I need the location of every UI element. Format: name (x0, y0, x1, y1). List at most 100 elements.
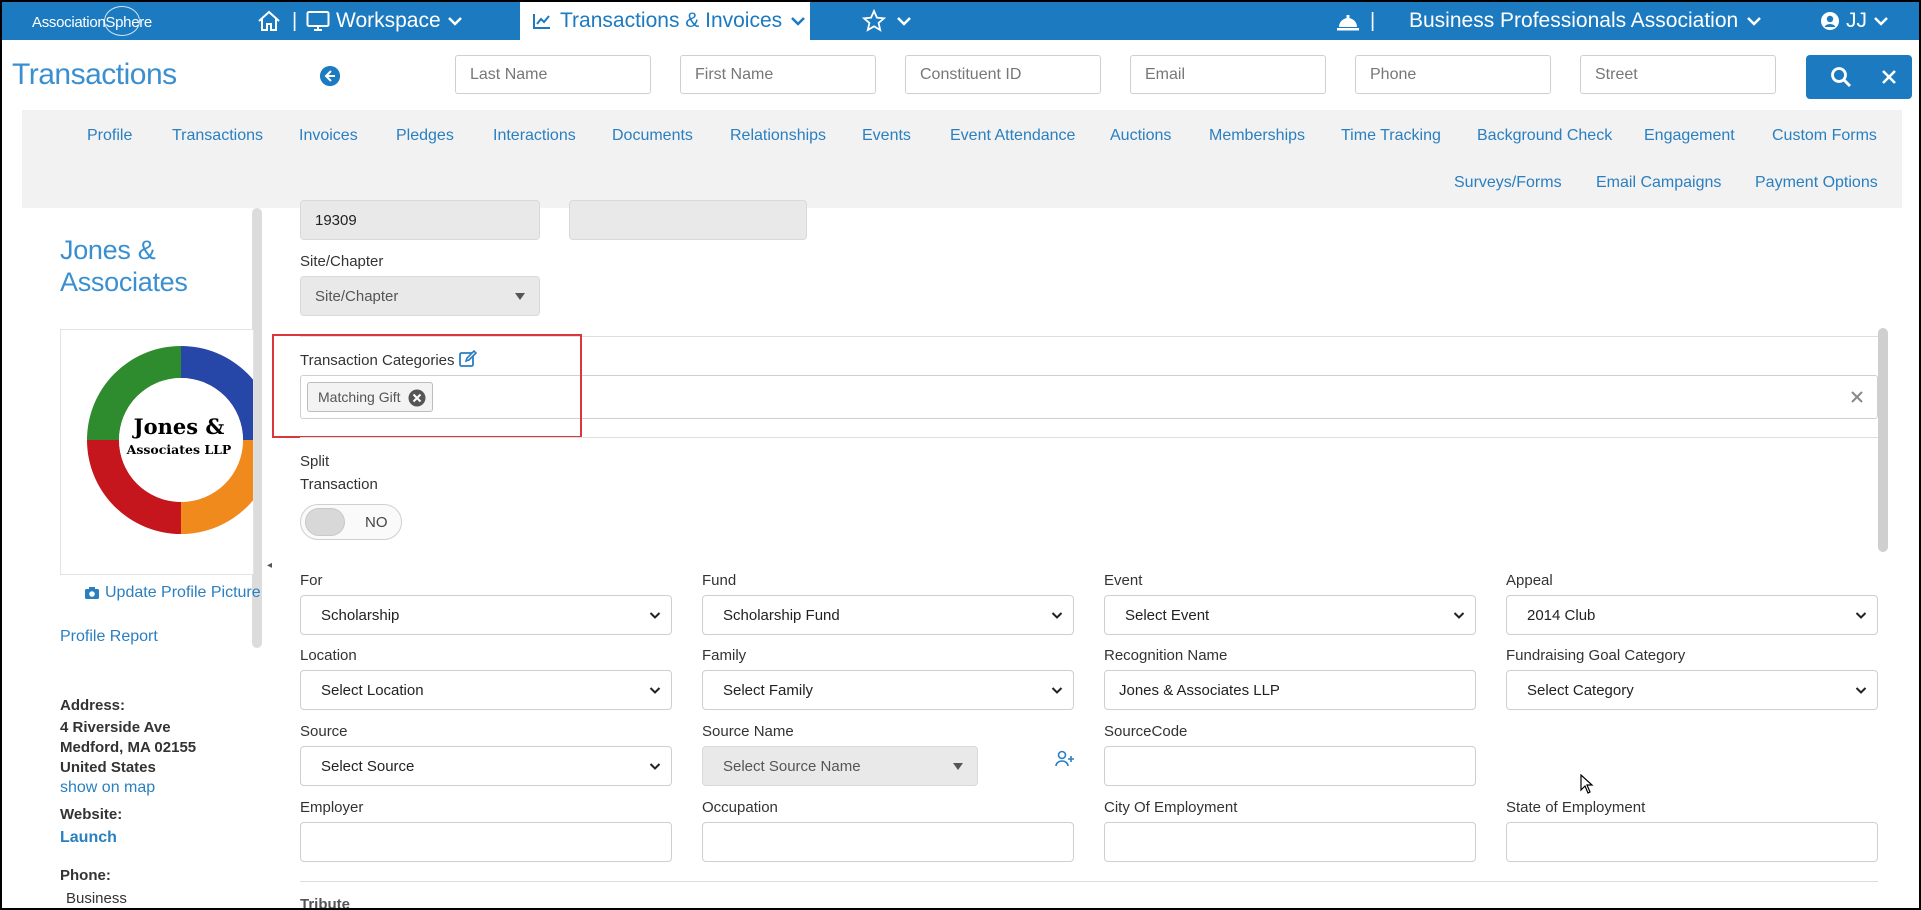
tab-pledges[interactable]: Pledges (396, 127, 454, 145)
event-select[interactable]: Select Event (1104, 595, 1476, 635)
sourcecode-input[interactable] (1104, 746, 1476, 786)
for-select[interactable]: Scholarship (300, 595, 672, 635)
family-select[interactable]: Select Family (702, 670, 1074, 710)
content-scrollbar[interactable] (1878, 328, 1888, 552)
chevron-down-icon (649, 687, 661, 694)
tab-email-campaigns[interactable]: Email Campaigns (1596, 174, 1721, 192)
last-name-search-input[interactable] (455, 55, 651, 94)
back-arrow-icon[interactable] (320, 66, 340, 86)
chevron-down-icon (447, 17, 462, 26)
constituent-id-search-input[interactable] (905, 55, 1101, 94)
occupation-input[interactable] (702, 822, 1074, 862)
email-search-input[interactable] (1130, 55, 1326, 94)
appeal-label: Appeal (1506, 572, 1553, 589)
website-label: Website: (60, 806, 123, 823)
app-window: AssociationSphere | Workspace Transactio… (0, 0, 1921, 910)
location-select[interactable]: Select Location (300, 670, 672, 710)
camera-icon (85, 587, 99, 599)
search-action-button[interactable] (1806, 55, 1912, 99)
city-of-employment-input[interactable] (1104, 822, 1476, 862)
organization-menu[interactable]: Business Professionals Association (1409, 5, 1762, 37)
tab-profile[interactable]: Profile (87, 127, 132, 145)
tab-relationships[interactable]: Relationships (730, 127, 826, 145)
workspace-menu[interactable]: Workspace (306, 5, 463, 37)
highlight-box (272, 334, 582, 438)
chevron-down-icon (1874, 17, 1888, 26)
website-launch-link[interactable]: Launch (60, 829, 117, 847)
fund-value: Scholarship Fund (723, 606, 840, 624)
tab-invoices[interactable]: Invoices (299, 127, 358, 145)
logo-text: AssociationSphere (32, 14, 152, 31)
occupation-label: Occupation (702, 799, 778, 816)
chevron-down-icon (897, 17, 911, 26)
tab-engagement[interactable]: Engagement (1644, 127, 1735, 145)
state-of-employment-input[interactable] (1506, 822, 1878, 862)
update-profile-picture-label: Update Profile Picture (105, 584, 261, 601)
fundraising-goal-label: Fundraising Goal Category (1506, 647, 1686, 664)
source-select[interactable]: Select Source (300, 746, 672, 786)
split-label-line2: Transaction (300, 476, 378, 493)
concierge-bell-icon[interactable] (1336, 10, 1360, 32)
close-icon[interactable] (1880, 68, 1898, 86)
add-person-icon[interactable] (1054, 748, 1076, 770)
fund-select[interactable]: Scholarship Fund (702, 595, 1074, 635)
update-profile-picture-link[interactable]: Update Profile Picture (84, 584, 261, 602)
tab-custom-forms[interactable]: Custom Forms (1772, 127, 1877, 145)
tribute-label: Tribute (300, 896, 351, 910)
site-chapter-select[interactable]: Site/Chapter (300, 276, 540, 316)
tab-payment-options[interactable]: Payment Options (1755, 174, 1878, 192)
tab-documents[interactable]: Documents (612, 127, 693, 145)
phone-label: Phone: (60, 867, 111, 884)
first-name-search-input[interactable] (680, 55, 876, 94)
chevron-down-icon (791, 17, 806, 26)
mouse-cursor-icon (1580, 774, 1594, 794)
top-blank-field[interactable] (569, 200, 807, 240)
recognition-name-label: Recognition Name (1104, 647, 1228, 664)
search-icon[interactable] (1830, 66, 1852, 88)
appeal-select[interactable]: 2014 Club (1506, 595, 1878, 635)
chart-line-icon (533, 14, 550, 29)
organization-logo: Jones & Associates LLP (87, 346, 253, 534)
profile-tabs: Profile Transactions Invoices Pledges In… (22, 110, 1902, 208)
street-search-input[interactable] (1580, 55, 1776, 94)
clear-all-icon[interactable] (1849, 389, 1865, 405)
tab-transactions[interactable]: Transactions (172, 127, 263, 145)
location-value: Select Location (321, 681, 424, 699)
profile-report-link[interactable]: Profile Report (60, 628, 158, 646)
city-of-employment-label: City Of Employment (1104, 799, 1238, 816)
star-icon (862, 9, 886, 32)
logo-text-line2: Associates LLP (126, 442, 232, 457)
appeal-value: 2014 Club (1527, 606, 1596, 624)
employer-input[interactable] (300, 822, 672, 862)
profile-picture: Jones & Associates LLP (60, 329, 254, 575)
show-on-map-link[interactable]: show on map (60, 779, 155, 797)
top-nav-bar: AssociationSphere | Workspace Transactio… (2, 2, 1919, 40)
source-name-select[interactable]: Select Source Name (702, 746, 978, 786)
tab-time-tracking[interactable]: Time Tracking (1341, 127, 1441, 145)
tab-interactions[interactable]: Interactions (493, 127, 576, 145)
tab-memberships[interactable]: Memberships (1209, 127, 1305, 145)
favorites-menu[interactable] (862, 7, 912, 35)
tab-surveys-forms[interactable]: Surveys/Forms (1454, 174, 1562, 192)
fundraising-goal-select[interactable]: Select Category (1506, 670, 1878, 710)
recognition-name-input[interactable]: Jones & Associates LLP (1104, 670, 1476, 710)
monitor-icon (306, 11, 330, 31)
tab-events[interactable]: Events (862, 127, 911, 145)
phone-search-input[interactable] (1355, 55, 1551, 94)
user-menu[interactable]: JJ (1820, 5, 1889, 37)
app-logo[interactable]: AssociationSphere (24, 6, 154, 36)
split-transaction-toggle[interactable]: NO (300, 504, 402, 540)
tab-auctions[interactable]: Auctions (1110, 127, 1171, 145)
top-value-field[interactable]: 19309 (300, 200, 540, 240)
site-chapter-value: Site/Chapter (315, 287, 399, 305)
transactions-invoices-menu[interactable]: Transactions & Invoices (520, 2, 810, 40)
tab-event-attendance[interactable]: Event Attendance (950, 127, 1075, 145)
sourcecode-label: SourceCode (1104, 723, 1188, 740)
tab-background-check[interactable]: Background Check (1477, 127, 1612, 145)
toggle-state: NO (365, 514, 388, 531)
constituent-name: Jones & Associates (60, 235, 188, 297)
home-icon[interactable] (256, 9, 282, 33)
site-chapter-label: Site/Chapter (300, 253, 384, 270)
divider (300, 881, 1878, 882)
top-value: 19309 (315, 211, 357, 229)
